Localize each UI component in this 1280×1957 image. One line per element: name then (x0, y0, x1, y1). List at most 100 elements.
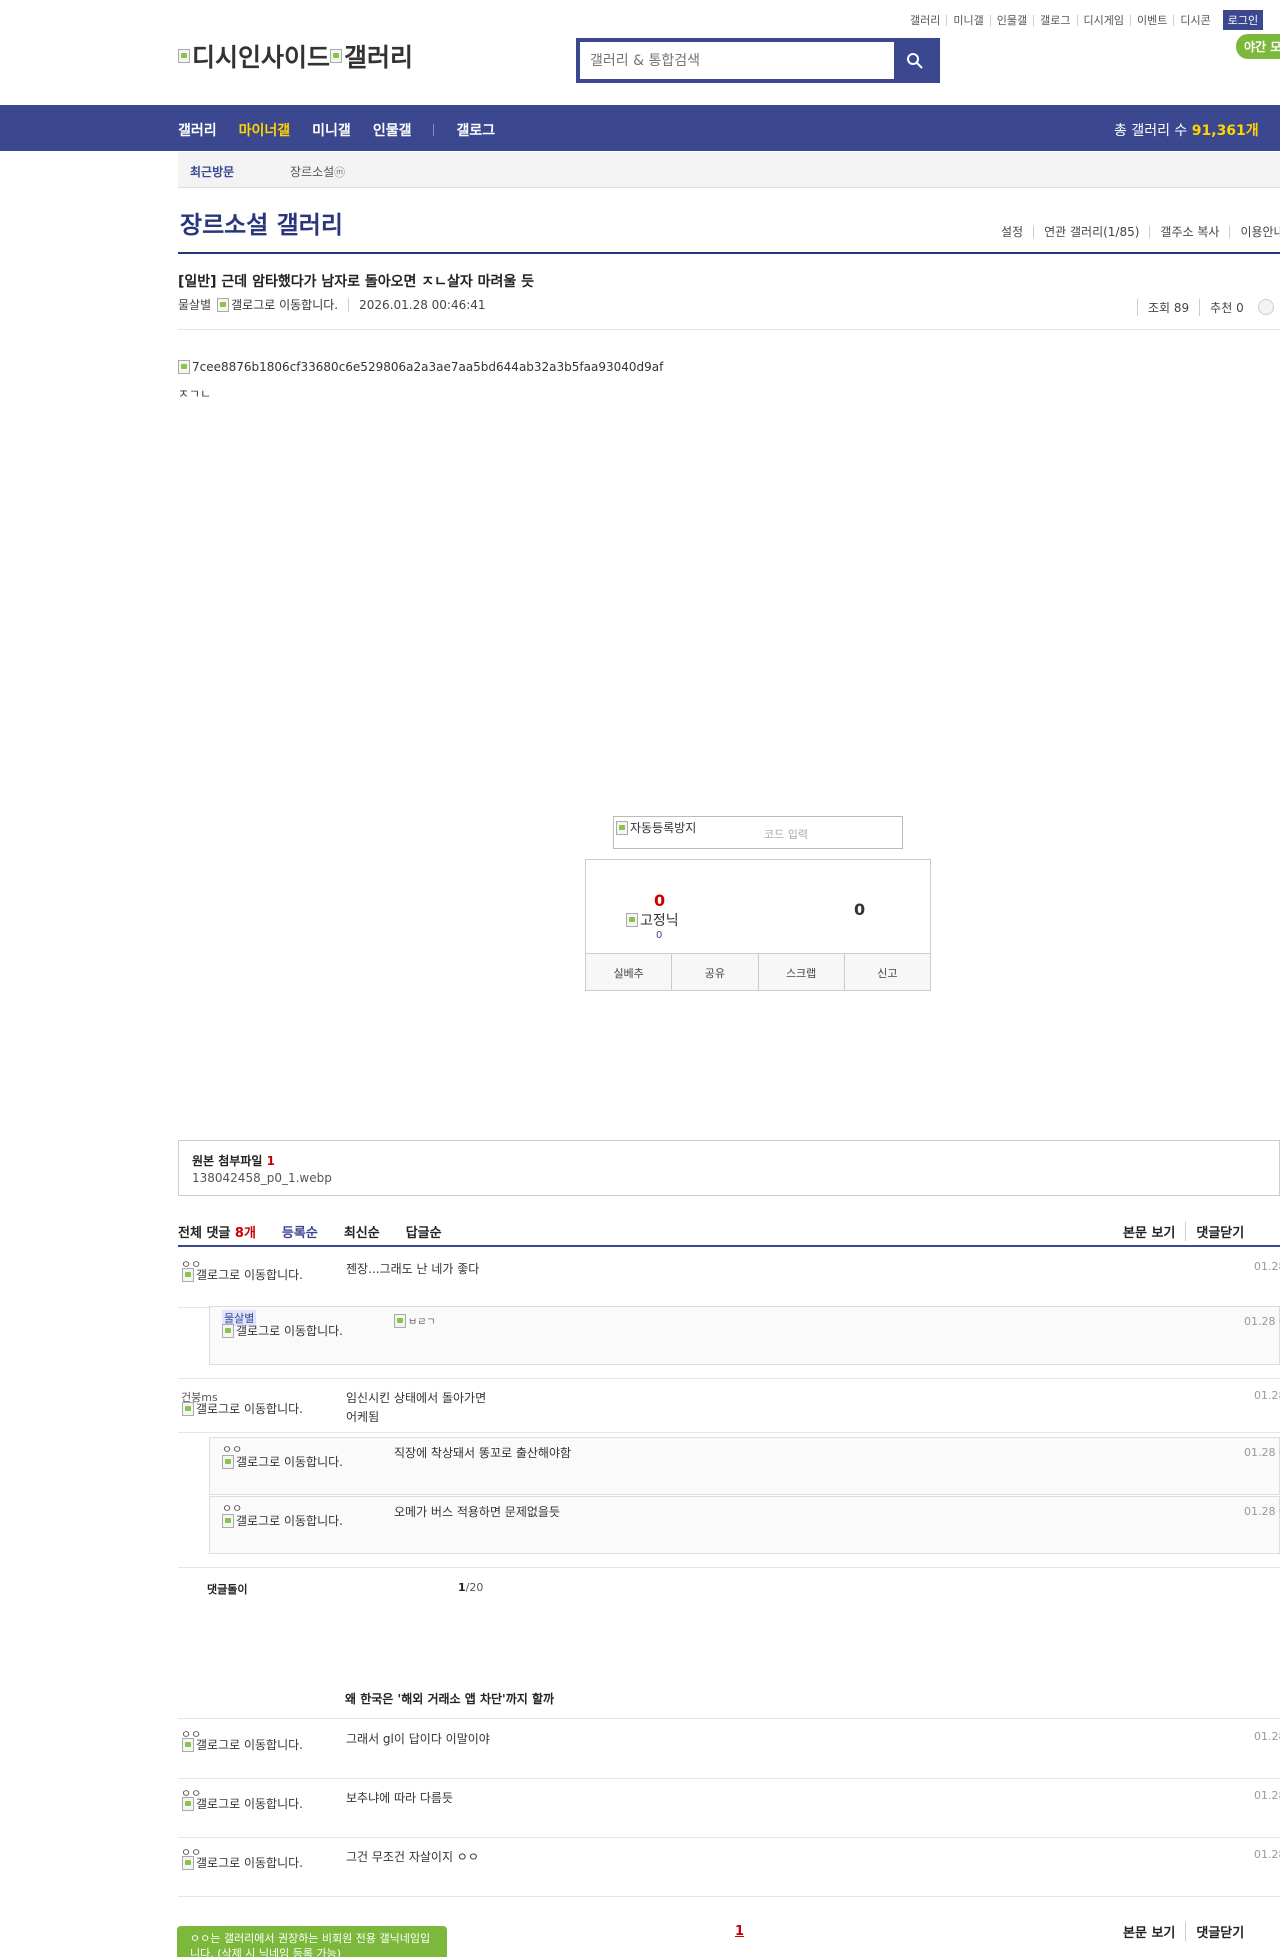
gallog-icon[interactable]: 갤로그로 이동합니다. (182, 1856, 308, 1870)
util-link-gallog[interactable]: 갤로그 (1033, 14, 1076, 26)
author-gallog-icon[interactable]: 갤로그로 이동합니다. (217, 296, 338, 313)
vote-box: 0 고정닉 0 0 실베추 공유 스크랩 신고 (585, 859, 931, 991)
comment-text: 임신시킨 상태에서 돌아가면 어케됨 (346, 1391, 487, 1424)
gallog-icon[interactable]: 갤로그로 이동합니다. (182, 1268, 308, 1282)
guest-nick-notice: ㅇㅇ는 갤러리에서 권장하는 비회원 전용 갤닉네임입니다. (삭제 시 닉네임… (177, 1926, 447, 1957)
best-recommend-button[interactable]: 실베추 (586, 954, 671, 990)
login-button[interactable]: 로그인 (1222, 10, 1264, 30)
gallog-icon[interactable]: 갤로그로 이동합니다. (182, 1402, 308, 1416)
comment-divider (178, 1245, 1280, 1247)
broken-image-icon (217, 297, 230, 312)
comment-bot-pager[interactable]: 1/20 (458, 1581, 483, 1594)
util-link-minigal[interactable]: 미니갤 (946, 14, 989, 26)
util-link-gallery[interactable]: 갤러리 (904, 15, 946, 26)
logo-image-dcinside: 디시인사이드 (178, 38, 330, 74)
usage-guide-link[interactable]: 이용안내 (1229, 226, 1280, 238)
comment-item: 건붕ms 갤로그로 이동합니다. 임신시킨 상태에서 돌아가면 어케됨 01.2… (178, 1378, 1280, 1433)
broken-image-icon (182, 1738, 194, 1752)
gnb-item-gallery[interactable]: 갤러리 (178, 120, 217, 140)
minor-badge-icon: ⓜ (334, 166, 346, 179)
util-link-dccon[interactable]: 디시콘 (1173, 14, 1216, 26)
vote-action-buttons: 실베추 공유 스크랩 신고 (586, 953, 930, 990)
search-icon (907, 53, 923, 69)
reply-date: 01.28 00:49 (1244, 1446, 1280, 1459)
gnb-item-mini[interactable]: 미니갤 (312, 120, 351, 140)
comment-date: 01.28 00:47 (1254, 1260, 1280, 1273)
report-button[interactable]: 신고 (843, 954, 930, 990)
attachment-file-link[interactable]: 138042458_p0_1.webp (192, 1171, 332, 1185)
comment-date: 01.28 00:48 (1254, 1389, 1280, 1402)
post-title: [일반] 근데 암타했다가 남자로 돌아오면 ㅈㄴ살자 마려울 듯 (178, 274, 535, 290)
comment-date: 01.28 00:55 (1254, 1848, 1280, 1861)
recent-visit-gallery[interactable]: 장르소설ⓜ (290, 163, 345, 180)
share-button[interactable]: 공유 (671, 954, 757, 990)
gallog-icon[interactable]: 갤로그로 이동합니다. (222, 1324, 348, 1338)
comment-header-actions: 본문 보기 댓글닫기 (1123, 1222, 1244, 1241)
copy-address-link[interactable]: 갤주소 복사 (1149, 226, 1229, 238)
gallog-icon[interactable]: 갤로그로 이동합니다. (182, 1738, 308, 1752)
scrap-button[interactable]: 스크랩 (757, 954, 844, 990)
fixed-nick-recommend-icon[interactable]: 고정닉 (626, 910, 679, 930)
util-link-game[interactable]: 디시게임 (1076, 14, 1130, 26)
gallery-total-count: 총 갤러리 수 91,361개 (1114, 123, 1259, 139)
reply-item: 물살별 갤로그로 이동합니다. ㅂㄹㄱ 01.28 00:47 (209, 1306, 1280, 1365)
broken-image-icon (330, 49, 343, 63)
reply-text: 직장에 착상돼서 똥꼬로 출산해야함 (394, 1446, 572, 1460)
comment-bot-label: 댓글돌이 (207, 1583, 248, 1596)
broken-image-icon (178, 49, 190, 63)
gnb-item-gallog[interactable]: 갤로그 (456, 120, 495, 140)
attachment-box: 원본 첨부파일 1 138042458_p0_1.webp (178, 1140, 1280, 1196)
util-link-person[interactable]: 인물갤 (989, 14, 1033, 26)
gallog-icon[interactable]: 갤로그로 이동합니다. (222, 1455, 348, 1469)
reply-item: ㅇㅇ 갤로그로 이동합니다. 직장에 착상돼서 똥꼬로 출산해야함 01.28 … (209, 1437, 1280, 1495)
broken-image-icon (182, 1797, 194, 1811)
reply-item: ㅇㅇ 갤로그로 이동합니다. 오메가 버스 적용하면 문제없을듯 01.28 0… (209, 1496, 1280, 1554)
post-body-text: ㅈㄱㄴ (178, 387, 212, 401)
captcha-code-input[interactable]: 코드 입력 (764, 826, 808, 842)
more-options-icon[interactable] (1257, 299, 1274, 315)
reply-dccon-image: ㅂㄹㄱ (394, 1313, 436, 1328)
related-gallery-link[interactable]: 연관 갤러리(1/85) (1033, 226, 1149, 238)
comment-text: 젠장...그래도 난 네가 좋다 (346, 1262, 480, 1276)
sort-latest[interactable]: 최신순 (344, 1222, 380, 1241)
view-post-link[interactable]: 본문 보기 (1123, 1222, 1175, 1241)
search-box (576, 38, 940, 83)
comment-total: 전체 댓글 8개 (178, 1226, 256, 1241)
title-divider (178, 252, 1280, 254)
comment-date: 01.28 00:50 (1254, 1730, 1280, 1743)
post-author[interactable]: 물살별 (178, 296, 211, 313)
gallog-icon[interactable]: 갤로그로 이동합니다. (222, 1514, 348, 1528)
post-date: 2026.01.28 00:46:41 (348, 297, 486, 312)
post-image[interactable]: 7cee8876b1806cf33680c6e529806a2a3ae7aa5b… (178, 360, 663, 374)
util-link-event[interactable]: 이벤트 (1129, 14, 1173, 26)
gnb-item-person[interactable]: 인물갤 (373, 120, 412, 140)
view-post-link-bottom[interactable]: 본문 보기 (1123, 1922, 1175, 1941)
close-comments-link[interactable]: 댓글닫기 (1185, 1222, 1244, 1241)
broken-image-icon (182, 1268, 194, 1282)
sort-registered[interactable]: 등록순 (282, 1222, 318, 1241)
ad-headline[interactable]: 왜 한국은 '해외 거래소 앱 차단'까지 할까 (345, 1690, 554, 1707)
gallog-icon[interactable]: 갤로그로 이동합니다. (182, 1797, 308, 1811)
bottom-actions: 본문 보기 댓글닫기 (1123, 1922, 1244, 1941)
top-util-links: 갤러리 미니갤 인물갤 갤로그 디시게임 이벤트 디시콘 로그인 (904, 10, 1264, 30)
recent-visit-label[interactable]: 최근방문 (190, 163, 234, 180)
gnb-divider (433, 124, 435, 136)
logo-image-gallery: 갤러리 (330, 38, 413, 74)
night-mode-button[interactable]: 야간 모드 (1236, 34, 1280, 59)
gallery-tools: 설정 연관 갤러리(1/85) 갤주소 복사 이용안내 (1001, 226, 1280, 238)
post-views: 조회 89 (1137, 299, 1189, 316)
recent-visit-bar: 최근방문 장르소설ⓜ (178, 152, 1280, 188)
close-comments-link-bottom[interactable]: 댓글닫기 (1185, 1922, 1244, 1941)
gnb-item-minor[interactable]: 마이너갤 (239, 120, 291, 140)
search-input[interactable] (580, 42, 894, 79)
comment-item: ㅇㅇ 갤로그로 이동합니다. 보추냐에 따라 다름듯 01.28 00:52 (178, 1784, 1280, 1838)
gallery-title[interactable]: 장르소설 갤러리 (180, 205, 343, 240)
comment-page-current[interactable]: 1 (735, 1924, 744, 1939)
gallery-settings-link[interactable]: 설정 (1001, 226, 1033, 238)
broken-image-icon (222, 1514, 234, 1528)
comment-date: 01.28 00:52 (1254, 1789, 1280, 1802)
sort-replies[interactable]: 답글순 (406, 1222, 442, 1241)
broken-image-icon (394, 1313, 406, 1328)
search-button[interactable] (894, 42, 936, 79)
site-logo[interactable]: 디시인사이드 갤러리 (178, 38, 413, 74)
